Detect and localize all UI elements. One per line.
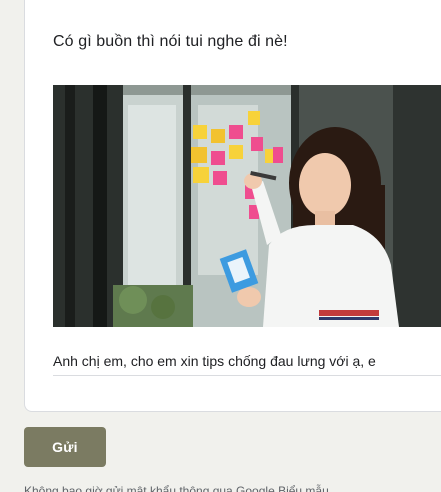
question-title: Có gì buồn thì nói tui nghe đi nè! (53, 33, 288, 50)
footer-note: Không bao giờ gửi mật khẩu thông qua Goo… (24, 484, 329, 492)
form-page: Có gì buồn thì nói tui nghe đi nè! Anh c… (0, 0, 441, 492)
submit-button[interactable]: Gửi (24, 427, 106, 467)
question-image (53, 85, 441, 327)
answer-input[interactable] (53, 346, 441, 376)
question-card: Có gì buồn thì nói tui nghe đi nè! (24, 0, 441, 412)
